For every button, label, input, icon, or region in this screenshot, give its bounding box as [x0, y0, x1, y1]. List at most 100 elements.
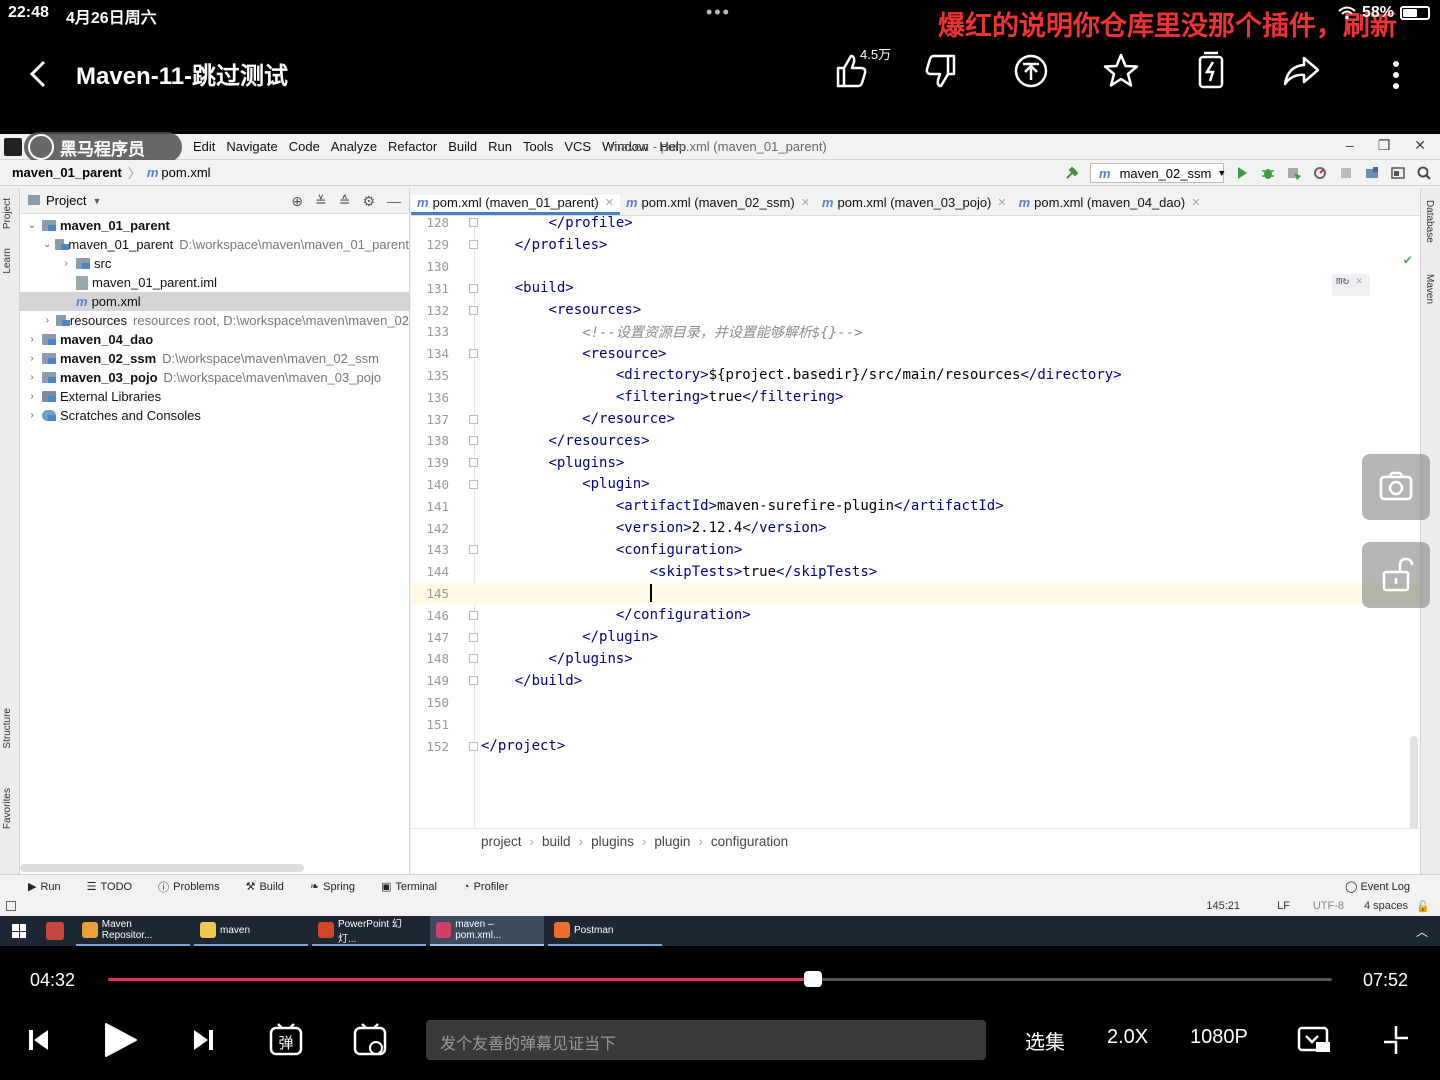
hammer-build-icon[interactable]	[1064, 165, 1080, 181]
fold-marker-icon[interactable]	[469, 240, 478, 250]
tool-tab-favorites[interactable]: Favorites	[2, 788, 13, 829]
close-icon[interactable]: ✕	[1414, 137, 1426, 154]
restore-icon[interactable]: ❐	[1378, 137, 1391, 154]
like-button[interactable]: 4.5万	[830, 47, 891, 92]
menu-refactor[interactable]: Refactor	[388, 139, 437, 154]
tree-item[interactable]: › resources resources root, D:\workspace\m…	[20, 311, 409, 330]
tool-window-problems[interactable]: ⓘ Problems	[158, 879, 219, 895]
menu-analyze[interactable]: Analyze	[331, 139, 377, 154]
app-grid-icon[interactable]	[46, 922, 64, 940]
code-line[interactable]: 139 <plugins>	[411, 452, 1420, 474]
menu-tools[interactable]: Tools	[523, 139, 553, 154]
more-vertical-icon[interactable]	[1384, 54, 1408, 96]
code-line[interactable]: 131 <build>	[411, 277, 1420, 299]
nav-project[interactable]: maven_01_parent	[12, 165, 122, 180]
exit-fullscreen-icon[interactable]	[1380, 1020, 1412, 1060]
project-panel-title[interactable]: Project	[46, 193, 86, 208]
previous-icon[interactable]	[26, 1020, 52, 1060]
gear-icon[interactable]: ⚙	[362, 193, 375, 210]
menu-run[interactable]: Run	[488, 139, 512, 154]
tree-item[interactable]: › Scratches and Consoles	[20, 406, 409, 425]
fold-marker-icon[interactable]	[469, 305, 478, 315]
code-line[interactable]: 128 </profile>	[411, 216, 1420, 234]
editor-tab[interactable]: m pom.xml (maven_02_ssm) ✕	[620, 195, 816, 215]
close-tab-icon[interactable]: ✕	[1191, 196, 1200, 209]
taskbar-app[interactable]: PowerPoint 幻灯...	[312, 916, 426, 946]
code-line[interactable]: 134 <resource>	[411, 343, 1420, 365]
fold-marker-icon[interactable]	[469, 479, 478, 489]
fold-marker-icon[interactable]	[469, 545, 478, 555]
indent-setting[interactable]: 4 spaces	[1364, 900, 1408, 912]
lock-icon[interactable]: 🔓	[1416, 900, 1430, 913]
code-line[interactable]: 151	[411, 713, 1420, 735]
fold-marker-icon[interactable]	[469, 654, 478, 664]
screenshot-button[interactable]	[1362, 454, 1430, 520]
code-line[interactable]: 136 <filtering>true</filtering>	[411, 386, 1420, 408]
code-line[interactable]: 142 <version>2.12.4</version>	[411, 517, 1420, 539]
code-line[interactable]: 148 </plugins>	[411, 648, 1420, 670]
fold-marker-icon[interactable]	[469, 632, 478, 642]
chevron-right-icon[interactable]: ›	[26, 334, 38, 345]
code-line[interactable]: 140 <plugin>	[411, 474, 1420, 496]
danmaku-settings-icon[interactable]	[352, 1020, 388, 1060]
profile-icon[interactable]	[1312, 165, 1328, 181]
tool-window-spring[interactable]: ❧ Spring	[310, 880, 355, 894]
fold-marker-icon[interactable]	[469, 283, 478, 293]
tool-tab-structure[interactable]: Structure	[2, 708, 13, 749]
fold-marker-icon[interactable]	[469, 741, 478, 751]
tool-window-profiler[interactable]: ◔ Profiler	[463, 881, 509, 893]
multitask-dots-icon[interactable]: •••	[706, 2, 731, 23]
fold-marker-icon[interactable]	[469, 676, 478, 686]
tree-item[interactable]: m pom.xml	[20, 292, 409, 311]
taskbar-app[interactable]: Maven Repositor...	[76, 916, 190, 946]
windows-start-icon[interactable]	[12, 924, 26, 938]
code-line[interactable]: 150	[411, 692, 1420, 714]
fold-marker-icon[interactable]	[469, 218, 478, 228]
code-line[interactable]: 145	[411, 582, 1420, 605]
tree-item[interactable]: ⌄ maven_01_parent	[20, 216, 409, 235]
code-line[interactable]: 149 </build>	[411, 670, 1420, 692]
run-config-select[interactable]: m maven_02_ssm ▼	[1090, 163, 1226, 183]
tree-item[interactable]: › maven_02_ssm D:\workspace\maven\maven_02…	[20, 349, 409, 368]
tool-window-build[interactable]: ⚒ Build	[246, 880, 284, 894]
cursor-position[interactable]: 145:21	[1206, 900, 1240, 912]
editor-tab[interactable]: m pom.xml (maven_04_dao) ✕	[1013, 195, 1207, 215]
fold-marker-icon[interactable]	[469, 458, 478, 468]
breadcrumb-item[interactable]: plugins	[591, 834, 634, 849]
progress-bar[interactable]	[108, 971, 1332, 987]
chevron-right-icon[interactable]: ›	[26, 353, 38, 364]
breadcrumb-item[interactable]: configuration	[711, 834, 788, 849]
tool-window-run[interactable]: ▶ Run	[28, 880, 61, 894]
dislike-button[interactable]	[920, 50, 962, 92]
chevron-right-icon[interactable]: ›	[26, 372, 38, 383]
expand-all-icon[interactable]: ≚	[315, 193, 327, 210]
file-encoding[interactable]: UTF-8	[1313, 900, 1344, 912]
danmaku-toggle-icon[interactable]: 弹	[268, 1020, 304, 1060]
code-line[interactable]: 130	[411, 256, 1420, 278]
code-line[interactable]: 152 </project>	[411, 735, 1420, 757]
tool-tab-database[interactable]: Database	[1424, 200, 1435, 243]
code-area[interactable]: 128 </profile> 129 </profiles> 130 131 <build>…	[411, 216, 1420, 828]
taskbar-app[interactable]: maven – pom.xml...	[430, 916, 544, 946]
taskbar-app[interactable]: maven	[194, 916, 308, 946]
chevron-down-icon[interactable]: ⌄	[43, 239, 51, 250]
lock-screen-button[interactable]	[1362, 542, 1430, 608]
coverage-icon[interactable]	[1286, 165, 1302, 181]
chevron-right-icon[interactable]: ›	[43, 315, 52, 326]
play-icon[interactable]	[100, 1020, 140, 1060]
editor-tab[interactable]: m pom.xml (maven_03_pojo) ✕	[816, 195, 1013, 215]
nav-file[interactable]: pom.xml	[161, 165, 210, 180]
code-line[interactable]: 138 </resources>	[411, 430, 1420, 452]
fold-marker-icon[interactable]	[469, 436, 478, 446]
progress-knob-icon[interactable]	[804, 971, 823, 987]
minimize-icon[interactable]: –	[1346, 137, 1354, 154]
code-line[interactable]: 146 </configuration>	[411, 604, 1420, 626]
tree-item[interactable]: › maven_04_dao	[20, 330, 409, 349]
horizontal-scrollbar[interactable]	[20, 864, 304, 872]
chevron-right-icon[interactable]: ›	[26, 410, 38, 421]
menu-code[interactable]: Code	[289, 139, 320, 154]
quality-button[interactable]: 1080P	[1190, 1026, 1248, 1049]
share-button[interactable]	[1280, 50, 1322, 92]
close-tab-icon[interactable]: ✕	[605, 196, 614, 209]
danmaku-input[interactable]: 发个友善的弹幕见证当下	[426, 1020, 986, 1060]
